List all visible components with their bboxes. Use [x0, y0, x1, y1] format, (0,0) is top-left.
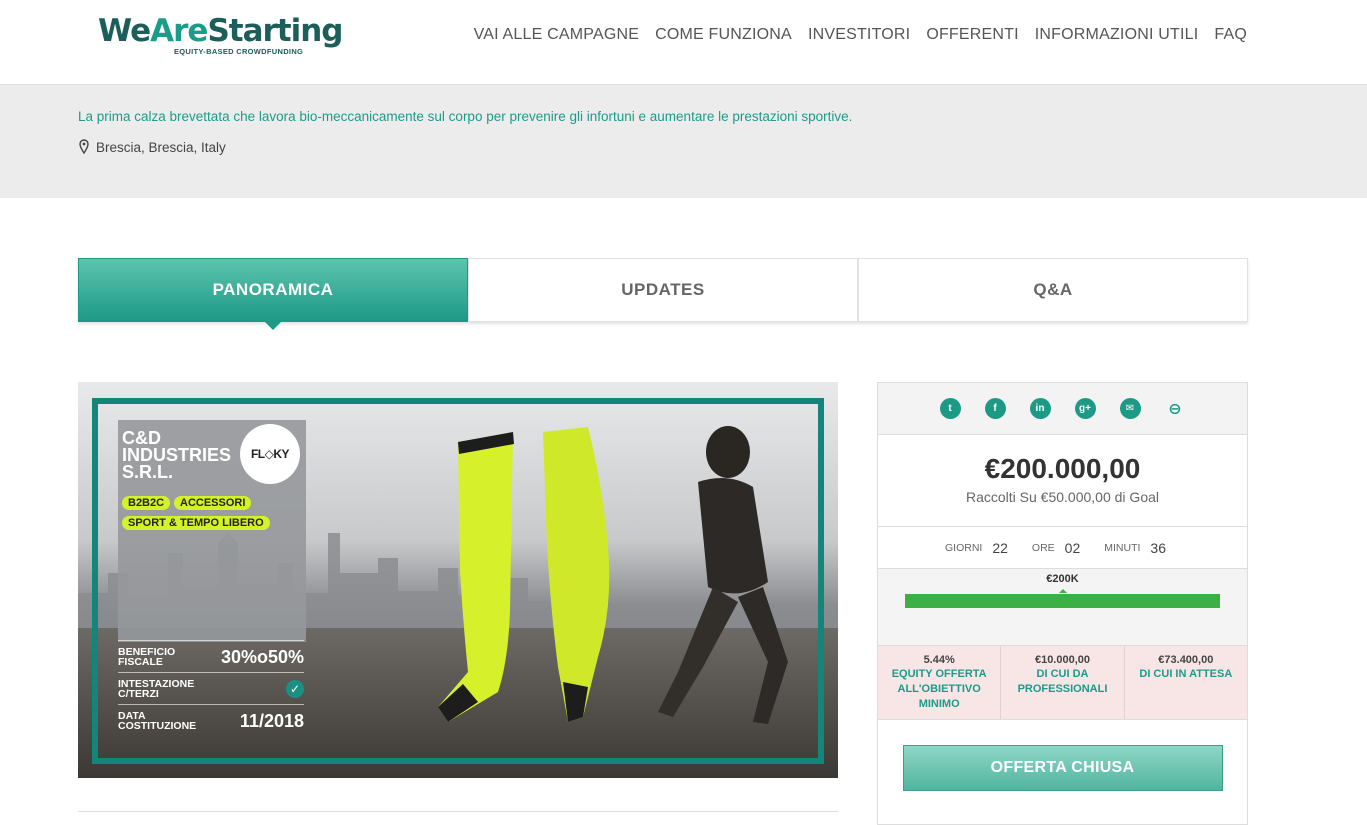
- linkedin-icon[interactable]: in: [1029, 398, 1051, 419]
- timer-hours-value: 02: [1064, 539, 1081, 556]
- nav-offerenti[interactable]: OFFERENTI: [926, 26, 1018, 44]
- tab-updates[interactable]: UPDATES: [468, 258, 858, 322]
- tab-qa[interactable]: Q&A: [858, 258, 1248, 322]
- fact-label: FISCALE: [118, 655, 163, 668]
- campaign-tabs: PANORAMICA UPDATES Q&A: [78, 258, 1248, 330]
- offerta-chiusa-button[interactable]: OFFERTA CHIUSA: [902, 745, 1223, 791]
- fact-value: 11/2018: [239, 710, 304, 731]
- site-logo[interactable]: WeAreStarting EQUITY-BASED CROWDFUNDING: [98, 13, 344, 60]
- floky-logo: FL◇KY: [240, 424, 300, 484]
- facebook-icon[interactable]: f: [984, 398, 1006, 419]
- countdown-timer: GIORNI 22 ORE 02 MINUTI 36: [878, 527, 1247, 569]
- link-icon[interactable]: ⊖: [1165, 398, 1186, 419]
- tab-panoramica[interactable]: PANORAMICA: [78, 258, 468, 330]
- progress-marker: [1058, 589, 1067, 593]
- funding-stats: 5.44% EQUITY OFFERTA ALL'OBIETTIVO MINIM…: [878, 646, 1247, 720]
- fact-label: BENEFICIO: [118, 645, 176, 658]
- company-facts: BENEFICIO FISCALE 30%o50% INTESTAZIONE C/T…: [118, 640, 304, 736]
- location-pin-icon: [79, 139, 89, 155]
- sock-right-graphic: [543, 427, 610, 722]
- raised-goal-text: Raccolti Su €50.000,00 di Goal: [965, 489, 1159, 505]
- nav-investitori[interactable]: INVESTITORI: [808, 26, 910, 44]
- stat-in-attesa: €73.400,00 DI CUI IN ATTESA: [1125, 646, 1247, 719]
- campaign-hero: La prima calza brevettata che lavora bio…: [0, 85, 1367, 198]
- timer-days-value: 22: [992, 539, 1008, 556]
- raised-section: €200.000,00 Raccolti Su €50.000,00 di Go…: [878, 435, 1247, 527]
- logo-word-are: Are: [150, 13, 208, 49]
- fact-label: INTESTAZIONE: [118, 677, 195, 690]
- stat-desc: DI CUI DA PROFESSIONALI: [1017, 668, 1108, 695]
- progress-track: [905, 594, 1220, 608]
- email-icon[interactable]: ✉: [1119, 398, 1141, 419]
- progress-fill: [905, 594, 1220, 608]
- banner-divider: [78, 811, 838, 812]
- timer-minutes-label: MINUTI: [1104, 541, 1141, 554]
- logo-word-we: We: [98, 13, 151, 49]
- tag-b2b2c: B2B2C: [122, 496, 171, 510]
- nav-faq[interactable]: FAQ: [1214, 26, 1247, 44]
- campaign-location: Brescia, Brescia, Italy: [78, 139, 226, 155]
- main-nav: VAI ALLE CAMPAGNE COME FUNZIONA INVESTIT…: [474, 26, 1247, 44]
- stat-professionali: €10.000,00 DI CUI DA PROFESSIONALI: [1001, 646, 1125, 719]
- timer-hours-label: ORE: [1031, 541, 1055, 554]
- raised-amount: €200.000,00: [984, 453, 1141, 484]
- funding-progress: €200K: [878, 569, 1247, 646]
- funding-panel: t f in g+ ✉ ⊖ €200.000,00 Raccolti Su €5…: [877, 382, 1248, 825]
- logo-word-starting: Starting: [207, 13, 343, 49]
- social-share-bar: t f in g+ ✉ ⊖: [878, 383, 1247, 435]
- nav-informazioni-utili[interactable]: INFORMAZIONI UTILI: [1035, 26, 1199, 44]
- logo-subtitle: EQUITY-BASED CROWDFUNDING: [174, 47, 304, 56]
- sock-left-graphic: [438, 432, 514, 722]
- fact-label: COSTITUZIONE: [118, 719, 197, 732]
- stat-value: 5.44%: [923, 654, 955, 666]
- google-plus-icon[interactable]: g+: [1074, 398, 1096, 419]
- fact-intestazione: INTESTAZIONE C/TERZI ✓: [118, 672, 304, 704]
- fact-label: DATA: [118, 709, 146, 722]
- company-name-line3: S.R.L.: [122, 462, 174, 482]
- fact-beneficio-fiscale: BENEFICIO FISCALE 30%o50%: [118, 640, 304, 672]
- fact-value: 30%o50%: [220, 646, 304, 667]
- fact-label: C/TERZI: [118, 687, 159, 700]
- timer-minutes-value: 36: [1150, 539, 1166, 556]
- timer-days-label: GIORNI: [944, 541, 983, 554]
- stat-desc: DI CUI IN ATTESA: [1139, 668, 1233, 680]
- fact-data-costituzione: DATA COSTITUZIONE 11/2018: [118, 704, 304, 736]
- nav-come-funziona[interactable]: COME FUNZIONA: [655, 26, 792, 44]
- stat-value: €73.400,00: [1158, 654, 1214, 666]
- stat-value: €10.000,00: [1034, 654, 1091, 666]
- tag-accessori: ACCESSORI: [174, 496, 252, 510]
- site-header: WeAreStarting EQUITY-BASED CROWDFUNDING …: [0, 0, 1367, 85]
- nav-vai-alle-campagne[interactable]: VAI ALLE CAMPAGNE: [474, 26, 640, 44]
- stat-desc: EQUITY OFFERTA ALL'OBIETTIVO MINIMO: [891, 668, 987, 710]
- company-card: C&D INDUSTRIES S.R.L. FL◇KY B2B2C ACCESS…: [118, 420, 306, 642]
- campaign-tagline: La prima calza brevettata che lavora bio…: [78, 109, 853, 124]
- checkmark-icon: ✓: [286, 679, 304, 698]
- progress-label: €200K: [1046, 573, 1079, 585]
- location-text: Brescia, Brescia, Italy: [96, 139, 226, 155]
- twitter-icon[interactable]: t: [939, 398, 961, 419]
- tag-sport: SPORT & TEMPO LIBERO: [122, 516, 270, 530]
- campaign-banner-image: C&D INDUSTRIES S.R.L. FL◇KY B2B2C ACCESS…: [78, 382, 838, 778]
- stat-equity: 5.44% EQUITY OFFERTA ALL'OBIETTIVO MINIM…: [878, 646, 1002, 719]
